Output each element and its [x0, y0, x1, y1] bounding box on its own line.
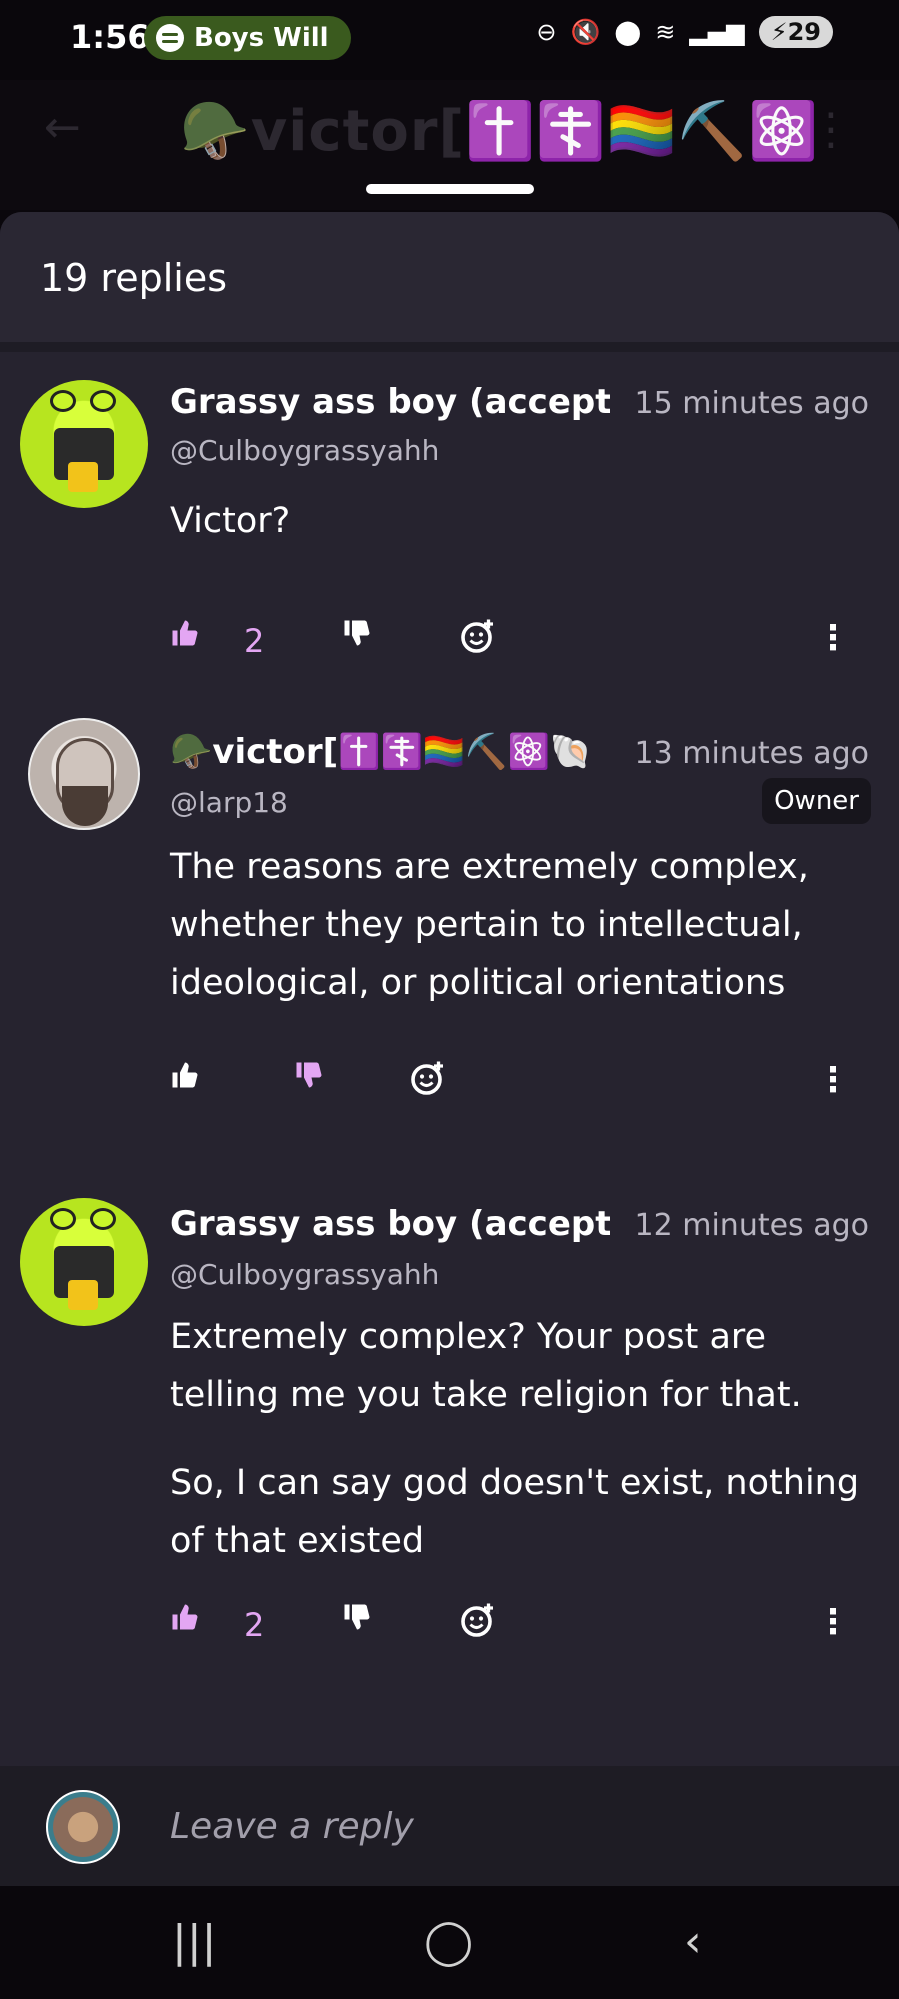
comment-actions: ⋮: [170, 1060, 870, 1110]
comment-text: So, I can say god doesn't exist, nothing…: [170, 1463, 860, 1561]
location-icon: ⬤: [614, 18, 642, 46]
dnd-icon: ⊖: [536, 18, 557, 46]
like-count: 2: [244, 622, 265, 660]
frog-belly-shape: [68, 462, 98, 492]
comment-more-icon[interactable]: ⋮: [816, 618, 850, 658]
dislike-icon[interactable]: [342, 618, 372, 648]
dislike-icon[interactable]: [294, 1060, 324, 1090]
media-pill[interactable]: Boys Will: [144, 16, 351, 60]
signal-icon: ▂▄▆: [689, 18, 745, 46]
comment-text: Extremely complex? Your post are telling…: [170, 1317, 802, 1415]
clock: 1:56: [70, 18, 150, 56]
like-count: 2: [244, 1606, 265, 1644]
frog-eye-icon: [50, 390, 76, 412]
reply-bar: Leave a reply: [0, 1766, 899, 1886]
divider: [0, 342, 899, 352]
like-icon[interactable]: [170, 1602, 200, 1632]
wifi-icon: ≋: [655, 18, 676, 46]
battery-indicator: ⚡29: [758, 16, 833, 48]
comment-more-icon[interactable]: ⋮: [816, 1060, 850, 1100]
mute-icon: 🔇: [570, 18, 601, 46]
comment-item: 🪖victor[✝️☦️🏳️‍🌈⛏️⚛️🐚 13 minutes ago @la…: [0, 702, 899, 1142]
comment-actions: 2 ⋮: [170, 1602, 870, 1652]
sheet-drag-handle[interactable]: [366, 184, 534, 194]
add-reaction-icon[interactable]: [460, 1602, 496, 1638]
home-icon[interactable]: ◯: [424, 1916, 473, 1967]
comment-author[interactable]: Grassy ass boy (accept: [170, 382, 610, 422]
comment-actions: 2 ⋮: [170, 618, 870, 668]
back-icon[interactable]: ‹: [684, 1916, 702, 1967]
status-icons: ⊖ 🔇 ⬤ ≋ ▂▄▆ ⚡29: [536, 16, 833, 48]
background-title: 🪖victor[✝️☦️🏳️‍🌈⛏️⚛️: [180, 99, 819, 164]
current-user-avatar: [46, 1790, 120, 1864]
back-arrow-icon[interactable]: ←: [44, 102, 81, 153]
media-title: Boys Will: [194, 23, 329, 53]
comment-handle[interactable]: @Culboygrassyahh: [170, 1258, 439, 1291]
battery-level: 29: [787, 18, 821, 46]
comment-handle[interactable]: @larp18: [170, 786, 288, 819]
add-reaction-icon[interactable]: [460, 618, 496, 654]
comment-author[interactable]: Grassy ass boy (accept: [170, 1204, 610, 1244]
frog-eye-icon: [50, 1208, 76, 1230]
avatar[interactable]: [28, 718, 140, 830]
comment-text: The reasons are extremely complex, wheth…: [170, 847, 809, 1003]
comment-time: 12 minutes ago: [634, 1208, 869, 1243]
like-icon[interactable]: [170, 618, 200, 648]
frog-belly-shape: [68, 1280, 98, 1310]
owner-badge: Owner: [762, 778, 871, 824]
comment-handle[interactable]: @Culboygrassyahh: [170, 434, 439, 467]
comment-time: 13 minutes ago: [634, 736, 869, 771]
comment-time: 15 minutes ago: [634, 386, 869, 421]
comment-item: Grassy ass boy (accept 15 minutes ago @C…: [0, 352, 899, 702]
comment-author[interactable]: 🪖victor[✝️☦️🏳️‍🌈⛏️⚛️🐚: [170, 732, 592, 772]
person-beard-shape: [62, 786, 108, 826]
recents-icon[interactable]: |||: [172, 1916, 216, 1967]
spotify-icon: [156, 24, 184, 52]
frog-eye-icon: [90, 1208, 116, 1230]
more-options-icon[interactable]: ⋮: [809, 104, 853, 155]
comment-item: Grassy ass boy (accept 12 minutes ago @C…: [0, 1182, 899, 1742]
dislike-icon[interactable]: [342, 1602, 372, 1632]
frog-eye-icon: [90, 390, 116, 412]
reply-input[interactable]: Leave a reply: [170, 1806, 414, 1847]
system-nav-bar: ||| ◯ ‹: [0, 1886, 899, 1999]
like-icon[interactable]: [170, 1060, 200, 1090]
comment-text: Victor?: [170, 501, 291, 541]
replies-count-title: 19 replies: [40, 256, 228, 300]
add-reaction-icon[interactable]: [410, 1060, 446, 1096]
avatar[interactable]: [20, 1198, 148, 1326]
replies-sheet: 19 replies Grassy ass boy (accept 15 min…: [0, 212, 899, 1766]
avatar[interactable]: [20, 380, 148, 508]
sheet-header: 19 replies: [0, 212, 899, 342]
status-bar: 1:56 Boys Will ⊖ 🔇 ⬤ ≋ ▂▄▆ ⚡29: [0, 0, 899, 80]
comment-more-icon[interactable]: ⋮: [816, 1602, 850, 1642]
